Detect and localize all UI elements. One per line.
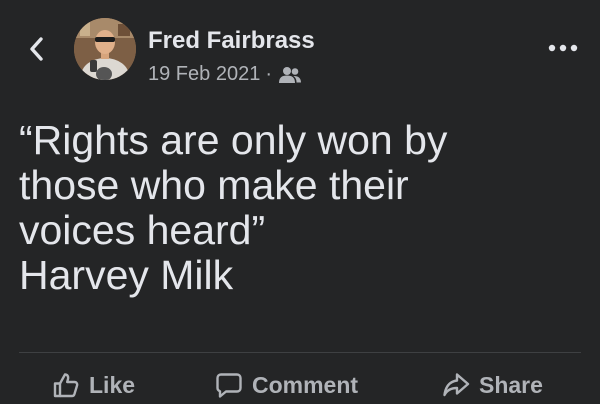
share-button[interactable]: Share [442, 366, 543, 404]
comment-button[interactable]: Comment [215, 366, 358, 404]
thumbs-up-icon [53, 373, 79, 398]
post-text-line: voices heard” [19, 207, 266, 253]
post-text: “Rights are only won by those who make t… [19, 118, 579, 298]
post-screen: Fred Fairbrass 19 Feb 2021 · “Rights are… [0, 0, 600, 404]
more-dots-icon [548, 44, 578, 52]
chevron-left-icon [30, 37, 43, 61]
more-options-button[interactable] [546, 36, 580, 60]
friends-icon[interactable] [278, 66, 302, 84]
avatar[interactable] [74, 18, 136, 80]
comment-label: Comment [252, 371, 359, 398]
share-label: Share [479, 371, 543, 398]
post-text-line: “Rights are only won by [19, 117, 448, 163]
meta-separator: · [265, 63, 272, 85]
back-button[interactable] [22, 34, 50, 64]
like-button[interactable]: Like [52, 366, 135, 404]
actions-divider [19, 352, 581, 353]
post-text-line: Harvey Milk [19, 252, 234, 298]
share-arrow-icon [443, 373, 470, 397]
post-date[interactable]: 19 Feb 2021 [148, 63, 260, 86]
post-text-line: those who make their [19, 162, 409, 208]
comment-icon [216, 373, 242, 398]
avatar-photo [74, 18, 136, 80]
like-label: Like [89, 371, 136, 398]
author-name[interactable]: Fred Fairbrass [148, 27, 315, 55]
post-meta: 19 Feb 2021 · [148, 63, 302, 86]
